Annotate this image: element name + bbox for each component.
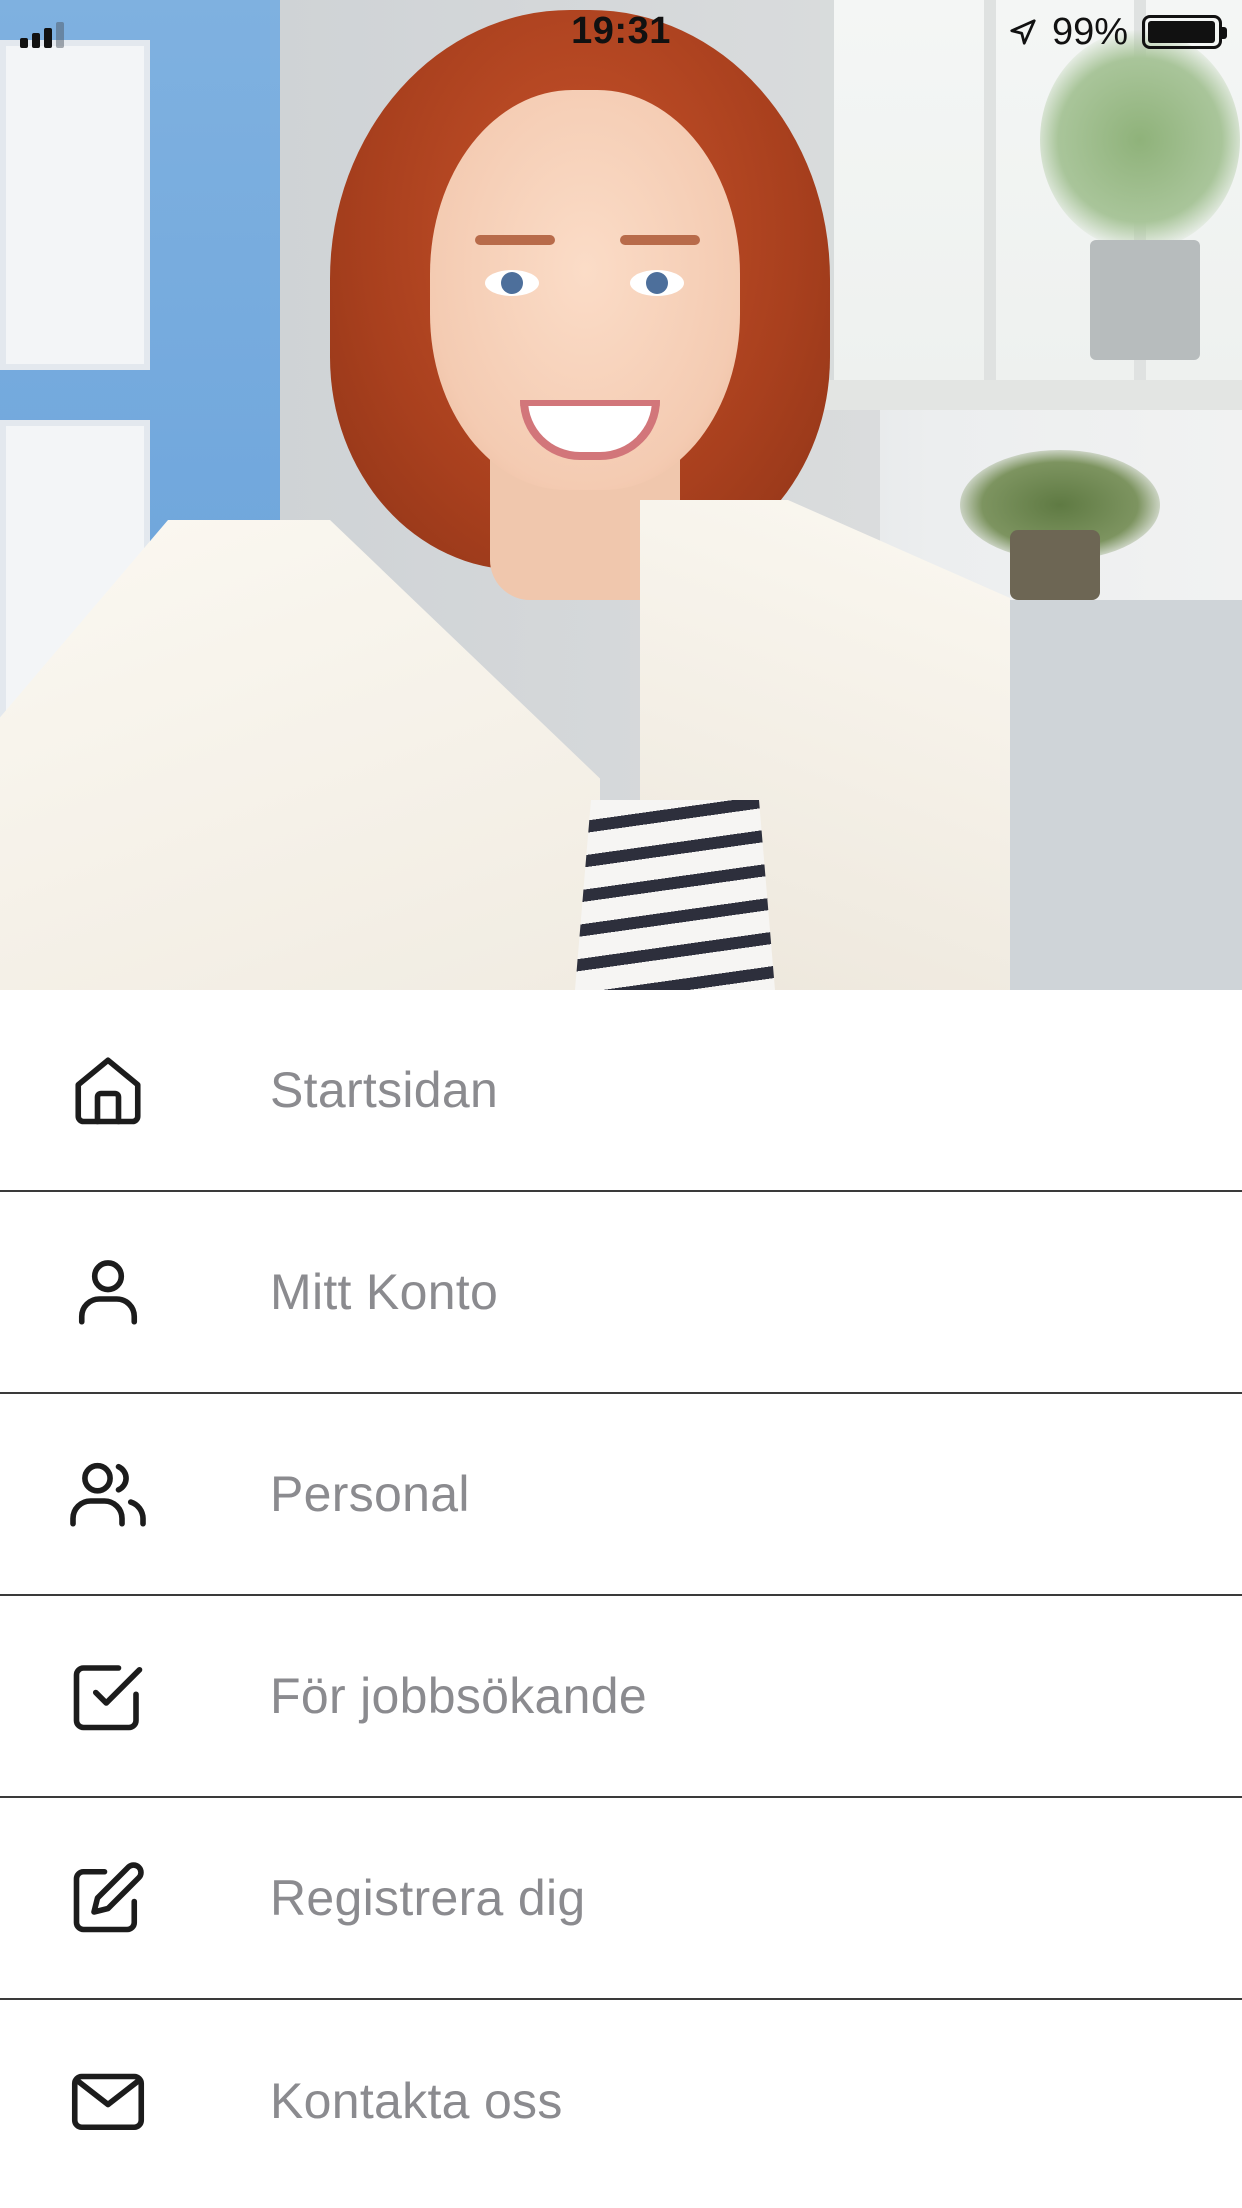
menu-item-registrera-dig[interactable]: Registrera dig xyxy=(0,1798,1242,2000)
menu-item-label: För jobbsökande xyxy=(270,1668,647,1724)
person-eye xyxy=(630,270,684,296)
menu-item-label: Startsidan xyxy=(270,1062,499,1118)
menu-item-for-jobbsokande[interactable]: För jobbsökande xyxy=(0,1596,1242,1798)
person-striped-shirt xyxy=(575,800,775,990)
menu-item-mitt-konto[interactable]: Mitt Konto xyxy=(0,1192,1242,1394)
menu-item-personal[interactable]: Personal xyxy=(0,1394,1242,1596)
user-icon xyxy=(62,1246,154,1338)
menu-item-label: Registrera dig xyxy=(270,1870,586,1926)
menu-item-label: Personal xyxy=(270,1466,470,1522)
menu-item-startsidan[interactable]: Startsidan xyxy=(0,990,1242,1192)
app-screen: 19:31 99% Startsidan Mitt Konto Personal… xyxy=(0,0,1242,2208)
mail-icon xyxy=(62,2055,154,2147)
battery-fill xyxy=(1148,21,1216,43)
window-sill xyxy=(800,380,1242,410)
person-brow xyxy=(620,235,700,245)
status-bar: 19:31 99% xyxy=(0,0,1242,64)
home-icon xyxy=(62,1044,154,1136)
edit-icon xyxy=(62,1852,154,1944)
checkbox-icon xyxy=(62,1650,154,1742)
menu-item-kontakta-oss[interactable]: Kontakta oss xyxy=(0,2000,1242,2202)
background-shelf xyxy=(0,40,150,370)
location-arrow-icon xyxy=(1010,19,1036,45)
background-plant-pot xyxy=(1010,530,1100,600)
navigation-menu: Startsidan Mitt Konto Personal För jobbs… xyxy=(0,990,1242,2202)
users-icon xyxy=(62,1448,154,1540)
battery-icon xyxy=(1142,15,1227,49)
background-plant-pot xyxy=(1090,240,1200,360)
hero-photo xyxy=(0,0,1242,990)
status-right-cluster: 99% xyxy=(1008,10,1227,53)
menu-item-label: Kontakta oss xyxy=(270,2073,563,2129)
person-eye xyxy=(485,270,539,296)
person-brow xyxy=(475,235,555,245)
battery-percent: 99% xyxy=(1051,10,1128,53)
menu-item-label: Mitt Konto xyxy=(270,1264,499,1320)
